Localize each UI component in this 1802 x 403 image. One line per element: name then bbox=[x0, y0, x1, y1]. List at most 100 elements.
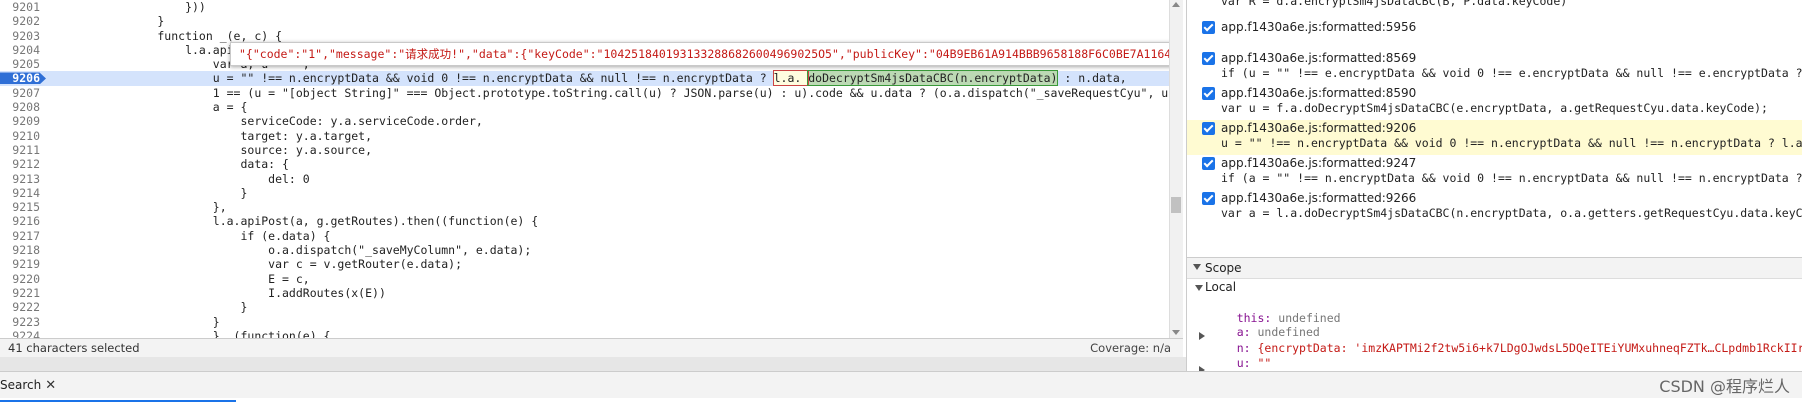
close-icon[interactable]: ✕ bbox=[45, 378, 56, 393]
breakpoint-item[interactable]: app.f1430a6e.js:formatted:9206 u = "" !==… bbox=[1187, 120, 1802, 155]
breakpoint-item[interactable]: app.f1430a6e.js:formatted:8590 var u = f.… bbox=[1187, 85, 1802, 120]
code-text: l.a.apiPost(a, g.getRoutes).then((functi… bbox=[102, 214, 539, 229]
breakpoint-checkbox[interactable] bbox=[1202, 157, 1215, 170]
line-number[interactable]: 9208 bbox=[0, 100, 40, 114]
code-text: } bbox=[102, 300, 248, 315]
code-line[interactable]: 9216 l.a.apiPost(a, g.getRoutes).then((f… bbox=[0, 214, 1170, 228]
code-line[interactable]: 9217 if (e.data) { bbox=[0, 229, 1170, 243]
breakpoint-location[interactable]: app.f1430a6e.js:formatted:9247 bbox=[1221, 156, 1416, 170]
code-text: })) bbox=[102, 0, 206, 14]
code-line[interactable]: 9209 serviceCode: y.a.serviceCode.order, bbox=[0, 114, 1170, 128]
line-number[interactable]: 9218 bbox=[0, 243, 40, 257]
code-text: 1 == (u = "[object String]" === Object.p… bbox=[102, 85, 1183, 100]
local-scope-title[interactable]: Local bbox=[1205, 280, 1236, 294]
scope-section-header[interactable]: Scope bbox=[1187, 257, 1802, 279]
breakpoint-checkbox[interactable] bbox=[1202, 192, 1215, 205]
code-line[interactable]: 9203 function _(e, c) { bbox=[0, 29, 1170, 43]
expand-arrow-icon[interactable] bbox=[1199, 332, 1205, 340]
line-number[interactable]: 9201 bbox=[0, 0, 40, 14]
code-line-active[interactable]: 9206 u = "" !== n.encryptData && void 0 … bbox=[0, 70, 1170, 87]
breakpoint-checkbox[interactable] bbox=[1202, 52, 1215, 65]
code-line[interactable]: 9222 } bbox=[0, 300, 1170, 314]
line-number[interactable]: 9224 bbox=[0, 329, 40, 338]
code-text: } bbox=[102, 185, 248, 200]
code-line[interactable]: 9212 data: { bbox=[0, 157, 1170, 171]
breakpoint-location[interactable]: app.f1430a6e.js:formatted:5956 bbox=[1221, 20, 1416, 34]
breakpoint-code: u = "" !== n.encryptData && void 0 !== n… bbox=[1221, 136, 1802, 150]
scroll-down-arrow-icon[interactable] bbox=[1172, 330, 1180, 335]
line-number[interactable]: 9204 bbox=[0, 43, 40, 57]
line-number[interactable]: 9205 bbox=[0, 57, 40, 71]
line-number[interactable]: 9220 bbox=[0, 272, 40, 286]
breakpoint-item[interactable]: app.f1430a6e.js:formatted:9247 if (a = ""… bbox=[1187, 155, 1802, 190]
code-line[interactable]: 9219 var c = v.getRouter(e.data); bbox=[0, 257, 1170, 271]
editor-status-bar: 41 characters selected Coverage: n/a bbox=[0, 338, 1183, 358]
breakpoint-location[interactable]: app.f1430a6e.js:formatted:9206 bbox=[1221, 121, 1416, 135]
line-number[interactable]: 9216 bbox=[0, 214, 40, 228]
expand-arrow-icon[interactable] bbox=[1199, 366, 1205, 371]
code-line[interactable]: 9211 source: y.a.source, bbox=[0, 143, 1170, 157]
line-number[interactable]: 9221 bbox=[0, 286, 40, 300]
breakpoint-location[interactable]: app.f1430a6e.js:formatted:9266 bbox=[1221, 191, 1416, 205]
code-line[interactable]: 9223 } bbox=[0, 315, 1170, 329]
coverage-status[interactable]: Coverage: n/a bbox=[1090, 341, 1171, 355]
code-suffix: : n.data, bbox=[1057, 71, 1127, 86]
breakpoint-checkbox[interactable] bbox=[1202, 21, 1215, 34]
line-number[interactable]: 9209 bbox=[0, 114, 40, 128]
expand-arrow-icon[interactable] bbox=[1193, 264, 1201, 270]
line-number[interactable]: 9217 bbox=[0, 229, 40, 243]
code-text: E = c, bbox=[102, 271, 310, 286]
scroll-up-arrow-icon[interactable] bbox=[1172, 2, 1180, 7]
line-number[interactable]: 9211 bbox=[0, 143, 40, 157]
code-line[interactable]: 9201 })) bbox=[0, 0, 1170, 14]
code-line[interactable]: 9224 }, (function(e) { bbox=[0, 329, 1170, 338]
line-number[interactable]: 9212 bbox=[0, 157, 40, 171]
breakpoint-item[interactable]: app.f1430a6e.js:formatted:9266 var a = l.… bbox=[1187, 190, 1802, 225]
breakpoint-code: if (u = "" !== e.encryptData && void 0 !… bbox=[1221, 66, 1802, 80]
active-tab-underline bbox=[0, 400, 236, 402]
code-line[interactable]: 9215 }, bbox=[0, 200, 1170, 214]
code-line[interactable]: 9210 target: y.a.target, bbox=[0, 129, 1170, 143]
breakpoint-code: var a = l.a.doDecryptSm4jsDataCBC(n.encr… bbox=[1221, 206, 1802, 220]
breakpoint-item[interactable]: app.f1430a6e.js:formatted:8569 if (u = ""… bbox=[1187, 50, 1802, 85]
line-number[interactable]: 9203 bbox=[0, 29, 40, 43]
line-number[interactable]: 9214 bbox=[0, 186, 40, 200]
breakpoint-checkbox[interactable] bbox=[1202, 122, 1215, 135]
editor-scroll-thumb[interactable] bbox=[1171, 197, 1181, 213]
source-editor[interactable]: 9201 })) 9202 } 9203 function _(e, c) {920… bbox=[0, 0, 1183, 338]
breakpoint-code: var R = d.a.encryptSm4jsDataCBC(B, P.dat… bbox=[1221, 0, 1568, 8]
editor-scrollbar[interactable] bbox=[1169, 0, 1183, 338]
code-text: var c = v.getRouter(e.data); bbox=[102, 257, 463, 272]
breakpoint-item[interactable]: var R = d.a.encryptSm4jsDataCBC(B, P.dat… bbox=[1187, 0, 1802, 8]
debugger-sidebar: var R = d.a.encryptSm4jsDataCBC(B, P.dat… bbox=[1186, 0, 1802, 371]
watermark: CSDN @程序烂人 bbox=[1659, 377, 1790, 396]
code-line[interactable]: 9218 o.a.dispatch("_saveMyColumn", e.dat… bbox=[0, 243, 1170, 257]
code-text: target: y.a.target, bbox=[102, 128, 373, 143]
line-number[interactable]: 9223 bbox=[0, 315, 40, 329]
line-number[interactable]: 9202 bbox=[0, 14, 40, 28]
code-line[interactable]: 9207 1 == (u = "[object String]" === Obj… bbox=[0, 86, 1182, 100]
breakpoint-item[interactable]: app.f1430a6e.js:formatted:5956 bbox=[1187, 19, 1802, 50]
tab-search[interactable]: Search ✕ bbox=[0, 372, 60, 398]
line-number[interactable]: 9210 bbox=[0, 129, 40, 143]
line-number[interactable]: 9215 bbox=[0, 200, 40, 214]
code-line[interactable]: 9221 I.addRoutes(x(E)) bbox=[0, 286, 1170, 300]
code-text: data: { bbox=[102, 157, 289, 172]
local-expand-arrow-icon[interactable] bbox=[1195, 285, 1203, 291]
breakpoint-location[interactable]: app.f1430a6e.js:formatted:8590 bbox=[1221, 86, 1416, 100]
line-number[interactable]: 9206 bbox=[0, 71, 40, 85]
code-line[interactable]: 9220 E = c, bbox=[0, 272, 1170, 286]
line-number[interactable]: 9213 bbox=[0, 172, 40, 186]
code-line[interactable]: 9208 a = { bbox=[0, 100, 1170, 114]
line-number[interactable]: 9222 bbox=[0, 300, 40, 314]
breakpoint-location[interactable]: app.f1430a6e.js:formatted:8569 bbox=[1221, 51, 1416, 65]
line-number[interactable]: 9207 bbox=[0, 86, 40, 100]
scope-closure[interactable]: Closure (...) bbox=[1209, 360, 1327, 371]
code-text: }, bbox=[102, 200, 227, 215]
code-line[interactable]: 9213 del: 0 bbox=[0, 172, 1170, 186]
code-line[interactable]: 9202 } bbox=[0, 14, 1170, 28]
code-line[interactable]: 9214 } bbox=[0, 186, 1170, 200]
breakpoint-checkbox[interactable] bbox=[1202, 87, 1215, 100]
line-number[interactable]: 9219 bbox=[0, 257, 40, 271]
breakpoint-code: if (a = "" !== n.encryptData && void 0 !… bbox=[1221, 171, 1802, 185]
